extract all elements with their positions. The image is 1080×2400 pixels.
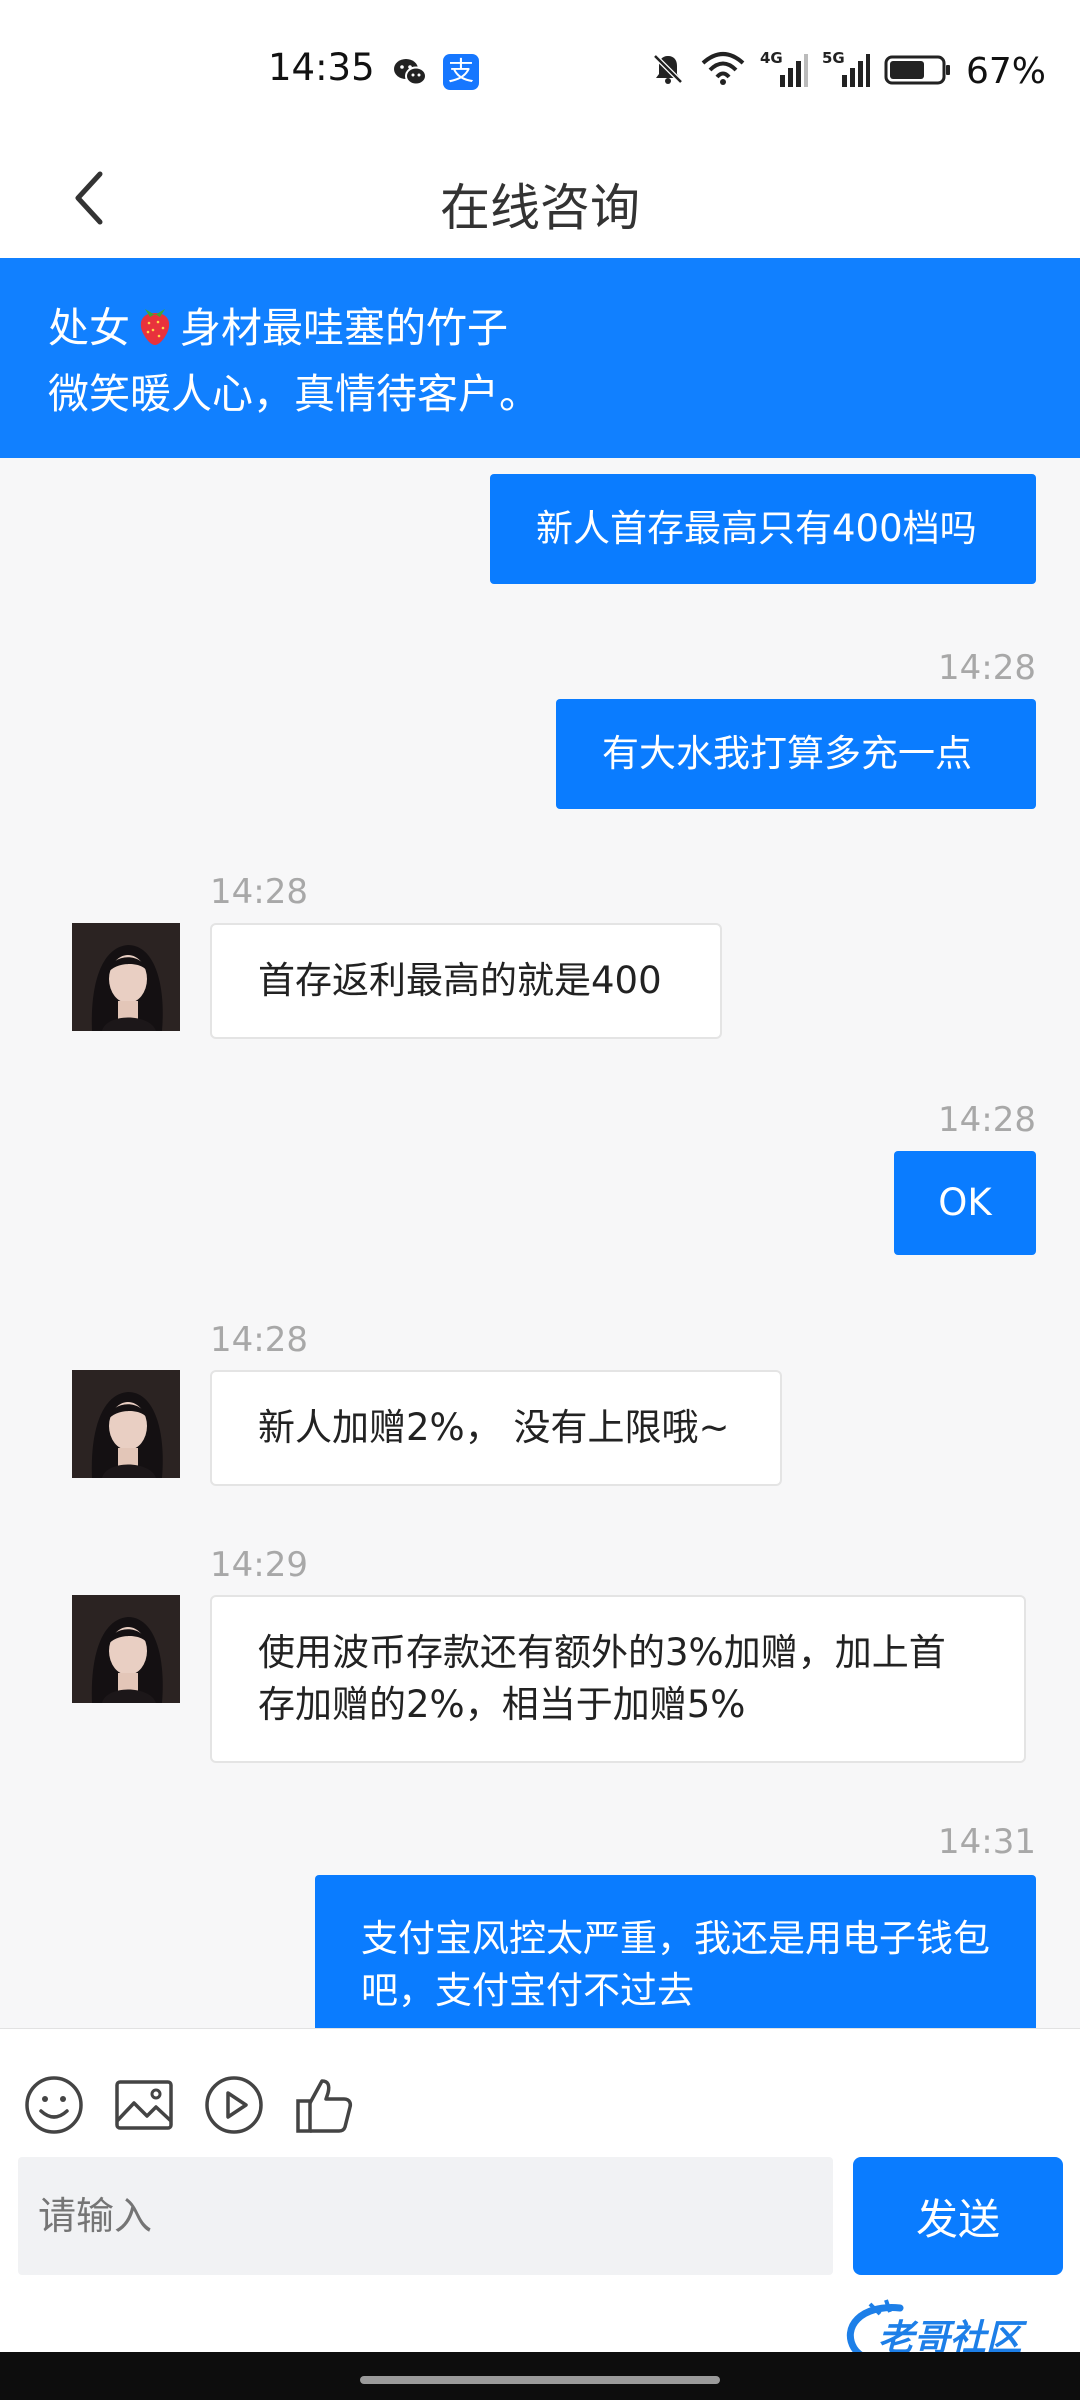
- home-gesture-handle[interactable]: [360, 2376, 720, 2384]
- agent-slogan: 微笑暖人心，真情待客户。: [48, 370, 540, 418]
- message-time: 14:28: [210, 872, 308, 912]
- app-header: 在线咨询: [0, 138, 1080, 259]
- video-icon[interactable]: [202, 2073, 266, 2137]
- wifi-icon: [700, 51, 746, 91]
- message-text: 首存返利最高的就是400: [258, 959, 662, 1002]
- send-label: 发送: [915, 2194, 1000, 2244]
- message-bubble-incoming: 新人加赠2%， 没有上限哦~: [210, 1370, 782, 1486]
- alipay-icon: 支: [443, 54, 479, 90]
- message-time: 14:29: [210, 1545, 308, 1585]
- agent-name-suffix: 身材最哇塞的竹子: [180, 304, 508, 352]
- message-bubble-outgoing: 有大水我打算多充一点: [556, 699, 1036, 809]
- system-nav-bar: [0, 2352, 1080, 2400]
- signal-5g-icon: 5G: [822, 49, 870, 91]
- message-bubble-incoming: 首存返利最高的就是400: [210, 923, 722, 1039]
- emoji-icon[interactable]: [22, 2073, 86, 2137]
- message-time: 14:28: [210, 1320, 308, 1360]
- battery-percent: 67%: [965, 50, 1046, 92]
- message-text: 有大水我打算多充一点: [602, 732, 972, 775]
- message-text: 新人首存最高只有400档吗: [536, 507, 977, 550]
- agent-avatar-image: [72, 1595, 180, 1703]
- thumbs-up-icon[interactable]: [292, 2073, 356, 2137]
- message-text: 新人加赠2%， 没有上限哦~: [258, 1406, 730, 1449]
- message-time: 14:31: [938, 1822, 1036, 1862]
- send-button[interactable]: 发送: [853, 2157, 1063, 2275]
- agent-name-prefix: 处女: [48, 304, 130, 352]
- message-text: 使用波币存款还有额外的3%加赠，加上首存加赠的2%，相当于加赠5%: [258, 1631, 946, 1726]
- message-time: 14:28: [938, 648, 1036, 688]
- message-input[interactable]: [18, 2157, 833, 2275]
- page-title: 在线咨询: [440, 179, 640, 237]
- message-bubble-outgoing: OK: [894, 1151, 1036, 1255]
- strawberry-icon: [140, 309, 170, 345]
- agent-avatar-image: [72, 923, 180, 1031]
- agent-banner: 处女 身材最哇塞的竹子 微笑暖人心，真情待客户。: [0, 258, 1080, 458]
- avatar[interactable]: [72, 923, 180, 1031]
- message-bubble-outgoing: 新人首存最高只有400档吗: [490, 474, 1036, 584]
- status-indicators: 4G 5G 67%: [650, 46, 1046, 96]
- signal-4g-icon: 4G: [760, 49, 808, 91]
- image-icon[interactable]: [112, 2073, 176, 2137]
- agent-name: 处女 身材最哇塞的竹子: [48, 294, 508, 354]
- agent-avatar-image: [72, 1370, 180, 1478]
- wechat-icon: [392, 54, 428, 90]
- mute-bell-icon: [650, 51, 686, 91]
- status-bar: 14:35 支 4G 5G 67%: [0, 0, 1080, 138]
- avatar[interactable]: [72, 1595, 180, 1703]
- avatar[interactable]: [72, 1370, 180, 1478]
- message-bubble-outgoing: 支付宝风控太严重，我还是用电子钱包吧，支付宝付不过去: [315, 1875, 1036, 2028]
- status-time: 14:35: [268, 46, 375, 89]
- message-time: 14:28: [938, 1100, 1036, 1140]
- message-text: OK: [938, 1181, 992, 1224]
- message-text: 支付宝风控太严重，我还是用电子钱包吧，支付宝付不过去: [361, 1917, 990, 2012]
- chat-area[interactable]: 新人首存最高只有400档吗 14:28 有大水我打算多充一点 14:28 首存返…: [0, 458, 1080, 2028]
- battery-icon: [884, 51, 952, 91]
- message-bubble-incoming: 使用波币存款还有额外的3%加赠，加上首存加赠的2%，相当于加赠5%: [210, 1595, 1026, 1763]
